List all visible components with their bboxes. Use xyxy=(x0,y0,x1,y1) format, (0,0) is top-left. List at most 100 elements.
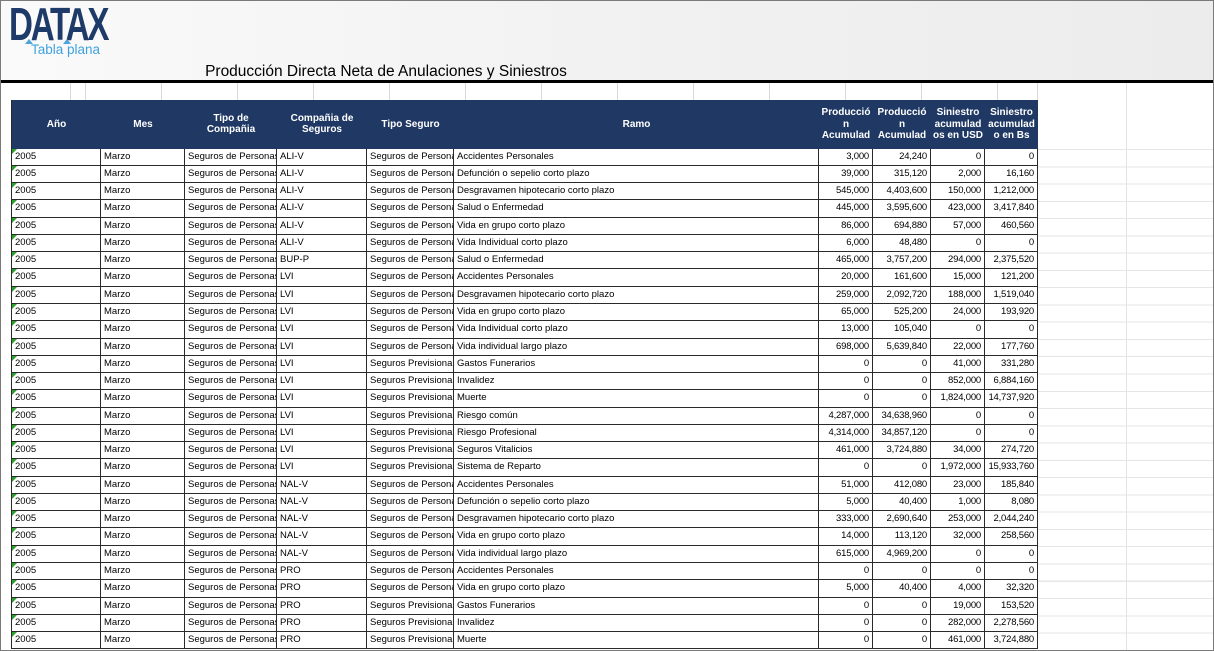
cell-mes[interactable]: Marzo xyxy=(101,339,185,356)
cell-siniestros_bs[interactable]: 258,560 xyxy=(985,528,1038,545)
cell-produccion_acumulada_2[interactable]: 24,240 xyxy=(873,149,931,166)
cell-tipo_compania[interactable]: Seguros de Personas xyxy=(185,563,277,580)
cell-ano[interactable]: 2005 xyxy=(12,287,101,304)
cell-produccion_acumulada_2[interactable]: 0 xyxy=(873,615,931,632)
cell-siniestros_bs[interactable]: 185,840 xyxy=(985,477,1038,494)
cell-ano[interactable]: 2005 xyxy=(12,373,101,390)
cell-produccion_acumulada_2[interactable]: 0 xyxy=(873,632,931,649)
cell-compania_seguros[interactable]: PRO xyxy=(277,615,367,632)
cell-tipo_compania[interactable]: Seguros de Personas xyxy=(185,580,277,597)
cell-ano[interactable]: 2005 xyxy=(12,269,101,286)
column-header-compania_seguros[interactable]: Compañia de Seguros xyxy=(277,100,367,149)
cell-produccion_acumulada_1[interactable]: 86,000 xyxy=(819,218,873,235)
cell-mes[interactable]: Marzo xyxy=(101,580,185,597)
cell-produccion_acumulada_1[interactable]: 0 xyxy=(819,373,873,390)
cell-ramo[interactable]: Riesgo común xyxy=(454,408,819,425)
cell-mes[interactable]: Marzo xyxy=(101,269,185,286)
cell-produccion_acumulada_1[interactable]: 461,000 xyxy=(819,442,873,459)
cell-produccion_acumulada_2[interactable]: 694,880 xyxy=(873,218,931,235)
cell-siniestros_bs[interactable]: 0 xyxy=(985,149,1038,166)
cell-tipo_seguro[interactable]: Seguros de Personas xyxy=(367,218,454,235)
cell-produccion_acumulada_1[interactable]: 65,000 xyxy=(819,304,873,321)
cell-tipo_seguro[interactable]: Seguros Previsionales xyxy=(367,373,454,390)
cell-compania_seguros[interactable]: NAL-V xyxy=(277,477,367,494)
cell-siniestros_bs[interactable]: 0 xyxy=(985,321,1038,338)
cell-tipo_seguro[interactable]: Seguros de Personas xyxy=(367,252,454,269)
cell-ano[interactable]: 2005 xyxy=(12,494,101,511)
cell-mes[interactable]: Marzo xyxy=(101,511,185,528)
cell-ramo[interactable]: Vida en grupo corto plazo xyxy=(454,528,819,545)
cell-siniestros_bs[interactable]: 15,933,760 xyxy=(985,459,1038,476)
cell-siniestros_bs[interactable]: 3,417,840 xyxy=(985,200,1038,217)
cell-ano[interactable]: 2005 xyxy=(12,442,101,459)
cell-ano[interactable]: 2005 xyxy=(12,321,101,338)
cell-produccion_acumulada_1[interactable]: 13,000 xyxy=(819,321,873,338)
cell-mes[interactable]: Marzo xyxy=(101,321,185,338)
cell-tipo_compania[interactable]: Seguros de Personas xyxy=(185,321,277,338)
cell-produccion_acumulada_1[interactable]: 545,000 xyxy=(819,183,873,200)
cell-siniestros_bs[interactable]: 0 xyxy=(985,235,1038,252)
cell-ano[interactable]: 2005 xyxy=(12,200,101,217)
cell-siniestros_usd[interactable]: 0 xyxy=(931,149,985,166)
cell-ano[interactable]: 2005 xyxy=(12,580,101,597)
cell-siniestros_usd[interactable]: 15,000 xyxy=(931,269,985,286)
cell-compania_seguros[interactable]: ALI-V xyxy=(277,218,367,235)
cell-ano[interactable]: 2005 xyxy=(12,218,101,235)
cell-produccion_acumulada_1[interactable]: 0 xyxy=(819,356,873,373)
cell-produccion_acumulada_1[interactable]: 0 xyxy=(819,615,873,632)
cell-produccion_acumulada_2[interactable]: 113,120 xyxy=(873,528,931,545)
cell-siniestros_bs[interactable]: 14,737,920 xyxy=(985,390,1038,407)
cell-compania_seguros[interactable]: LVI xyxy=(277,442,367,459)
cell-produccion_acumulada_1[interactable]: 5,000 xyxy=(819,494,873,511)
cell-mes[interactable]: Marzo xyxy=(101,166,185,183)
cell-ramo[interactable]: Defunción o sepelio corto plazo xyxy=(454,494,819,511)
cell-tipo_compania[interactable]: Seguros de Personas xyxy=(185,252,277,269)
cell-produccion_acumulada_2[interactable]: 0 xyxy=(873,459,931,476)
cell-ramo[interactable]: Desgravamen hipotecario corto plazo xyxy=(454,183,819,200)
cell-produccion_acumulada_1[interactable]: 39,000 xyxy=(819,166,873,183)
cell-siniestros_bs[interactable]: 32,320 xyxy=(985,580,1038,597)
cell-ano[interactable]: 2005 xyxy=(12,459,101,476)
cell-ano[interactable]: 2005 xyxy=(12,546,101,563)
cell-produccion_acumulada_2[interactable]: 3,724,880 xyxy=(873,442,931,459)
cell-ramo[interactable]: Seguros Vitalicios xyxy=(454,442,819,459)
cell-tipo_seguro[interactable]: Seguros de Personas xyxy=(367,149,454,166)
cell-ano[interactable]: 2005 xyxy=(12,425,101,442)
cell-compania_seguros[interactable]: LVI xyxy=(277,356,367,373)
cell-compania_seguros[interactable]: NAL-V xyxy=(277,511,367,528)
cell-ramo[interactable]: Accidentes Personales xyxy=(454,149,819,166)
cell-produccion_acumulada_1[interactable]: 0 xyxy=(819,598,873,615)
cell-siniestros_usd[interactable]: 1,972,000 xyxy=(931,459,985,476)
cell-tipo_seguro[interactable]: Seguros de Personas xyxy=(367,511,454,528)
cell-produccion_acumulada_2[interactable]: 3,757,200 xyxy=(873,252,931,269)
cell-compania_seguros[interactable]: LVI xyxy=(277,459,367,476)
cell-ano[interactable]: 2005 xyxy=(12,304,101,321)
cell-mes[interactable]: Marzo xyxy=(101,598,185,615)
cell-produccion_acumulada_2[interactable]: 412,080 xyxy=(873,477,931,494)
cell-siniestros_bs[interactable]: 0 xyxy=(985,408,1038,425)
cell-ramo[interactable]: Muerte xyxy=(454,390,819,407)
cell-siniestros_usd[interactable]: 852,000 xyxy=(931,373,985,390)
cell-mes[interactable]: Marzo xyxy=(101,563,185,580)
cell-ramo[interactable]: Vida individual largo plazo xyxy=(454,339,819,356)
cell-ramo[interactable]: Vida en grupo corto plazo xyxy=(454,580,819,597)
cell-ramo[interactable]: Invalidez xyxy=(454,615,819,632)
cell-produccion_acumulada_2[interactable]: 315,120 xyxy=(873,166,931,183)
cell-produccion_acumulada_2[interactable]: 525,200 xyxy=(873,304,931,321)
cell-siniestros_usd[interactable]: 188,000 xyxy=(931,287,985,304)
column-header-produccion_acumulada_1[interactable]: Producció n Acumulad xyxy=(819,100,873,149)
cell-ano[interactable]: 2005 xyxy=(12,166,101,183)
cell-mes[interactable]: Marzo xyxy=(101,252,185,269)
cell-produccion_acumulada_1[interactable]: 14,000 xyxy=(819,528,873,545)
cell-ramo[interactable]: Vida individual largo plazo xyxy=(454,546,819,563)
cell-ramo[interactable]: Accidentes Personales xyxy=(454,269,819,286)
cell-ramo[interactable]: Sistema de Reparto xyxy=(454,459,819,476)
cell-siniestros_usd[interactable]: 4,000 xyxy=(931,580,985,597)
cell-tipo_compania[interactable]: Seguros de Personas xyxy=(185,425,277,442)
cell-ano[interactable]: 2005 xyxy=(12,615,101,632)
column-header-siniestros_usd[interactable]: Siniestro acumulad os en USD xyxy=(931,100,985,149)
cell-mes[interactable]: Marzo xyxy=(101,615,185,632)
cell-mes[interactable]: Marzo xyxy=(101,528,185,545)
cell-produccion_acumulada_1[interactable]: 259,000 xyxy=(819,287,873,304)
cell-tipo_seguro[interactable]: Seguros de Personas xyxy=(367,477,454,494)
